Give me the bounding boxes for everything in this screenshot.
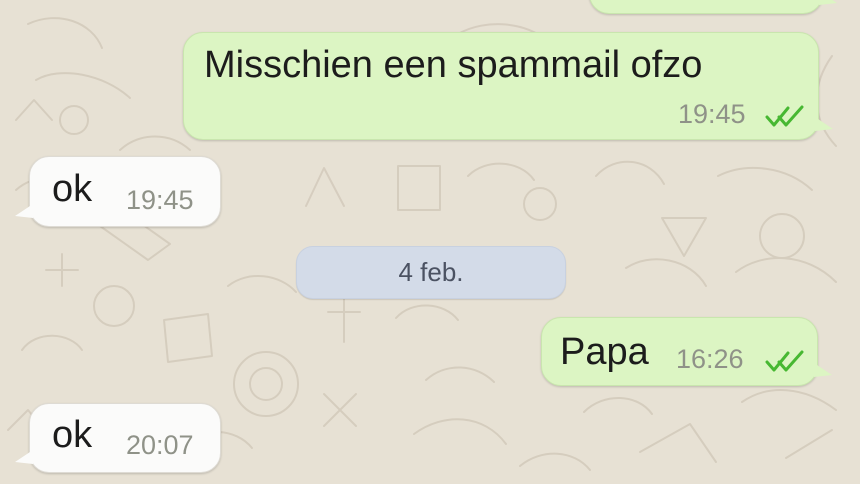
message-bubble-outgoing[interactable]: Misschien een spammail ofzo 19:45 — [183, 32, 833, 140]
message-text: ok — [52, 168, 93, 210]
message-bubble-outgoing[interactable] — [589, 0, 837, 14]
bubble-tail — [15, 204, 33, 218]
bubble-tail — [815, 117, 833, 131]
message-text: Papa — [560, 331, 649, 373]
message-text: ok — [52, 414, 93, 456]
message-timestamp: 16:26 — [676, 344, 744, 374]
bubble-tail — [814, 363, 832, 377]
chat-view[interactable]: Misschien een spammail ofzo 19:45 ok 19:… — [0, 0, 860, 484]
bubble-tail — [15, 450, 33, 464]
message-bubble-incoming[interactable]: ok 20:07 — [15, 403, 221, 473]
message-timestamp: 19:45 — [678, 99, 746, 129]
date-separator: 4 feb. — [296, 246, 566, 299]
message-text: Misschien een spammail ofzo — [204, 44, 703, 86]
double-check-icon — [765, 105, 804, 127]
bubble-tail — [819, 0, 837, 5]
message-bubble-outgoing[interactable]: Papa 16:26 — [541, 317, 832, 386]
message-timestamp: 19:45 — [126, 185, 194, 215]
message-bubble-incoming[interactable]: ok 19:45 — [15, 156, 221, 227]
message-timestamp: 20:07 — [126, 430, 194, 460]
double-check-icon — [765, 350, 804, 372]
